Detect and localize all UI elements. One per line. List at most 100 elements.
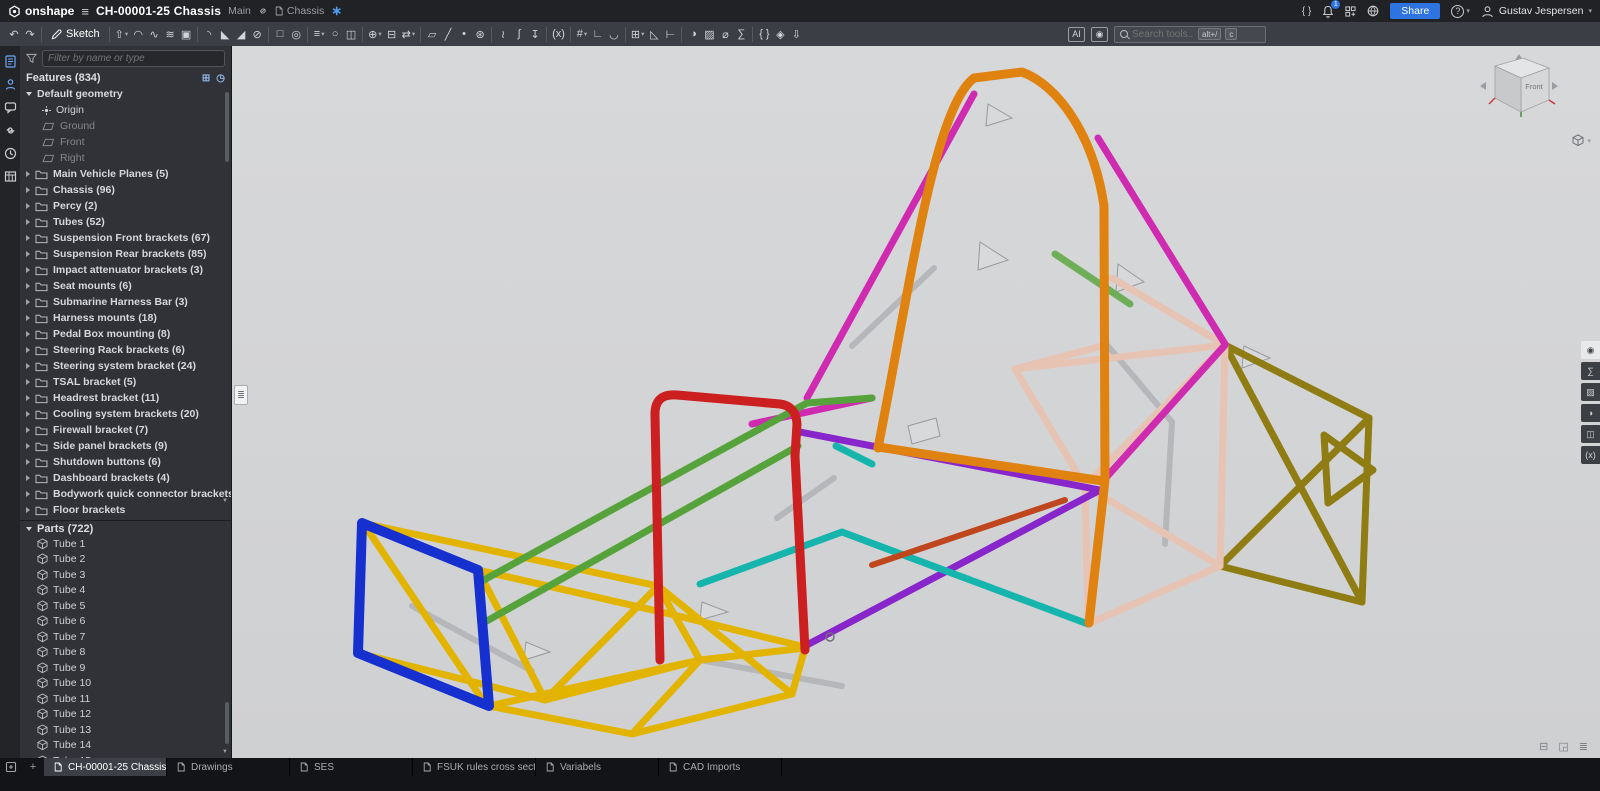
part-row[interactable]: Tube 14 [20,738,231,754]
custom-feature-icon[interactable]: ◈ [772,24,788,44]
element-chip[interactable]: Chassis [275,5,324,17]
flange-icon[interactable]: ∟ [590,24,606,44]
rear-box-tubes[interactable] [1220,345,1373,602]
shell-icon[interactable]: □ [272,24,288,44]
linked-elements-icon[interactable] [4,124,17,137]
export-icon[interactable]: ⇩ [788,24,804,44]
feature-folder-row[interactable]: Chassis (96) [20,182,231,198]
versions-history-icon[interactable] [4,147,17,160]
fillet-icon[interactable]: ◝ [201,24,217,44]
chevron-right-icon[interactable] [26,507,30,513]
app-store-icon[interactable] [1345,6,1356,17]
part-row[interactable]: Tube 2 [20,552,231,568]
circular-pattern-icon[interactable]: ○ [327,24,343,44]
hoop-brace-tubes[interactable] [752,94,1225,481]
default-geometry-row[interactable]: Default geometry [20,86,231,102]
material-icon[interactable]: ▨ [701,24,717,44]
helix-icon[interactable]: ≀ [495,24,511,44]
part-row[interactable]: Tube 1 [20,536,231,552]
rotate-left-arrow[interactable] [1480,82,1486,90]
doc-tab-ses[interactable]: SES [290,758,413,776]
point-icon[interactable]: • [456,24,472,44]
feature-folder-row[interactable]: TSAL bracket (5) [20,374,231,390]
rear-diagonal-tube[interactable] [872,500,1065,565]
linear-pattern-icon[interactable]: ≡▾ [311,24,327,44]
gusset-icon[interactable]: ◺ [646,24,662,44]
filter-input[interactable] [48,53,219,64]
part-row[interactable]: Tube 8 [20,645,231,661]
part-row[interactable]: Tube 6 [20,614,231,630]
revolve-icon[interactable]: ◠ [130,24,146,44]
part-row[interactable]: Tube 13 [20,722,231,738]
doc-tab-variabels[interactable]: Variabels [536,758,659,776]
mirror-icon[interactable]: ◫ [343,24,359,44]
feature-folder-row[interactable]: Pedal Box mounting (8) [20,326,231,342]
sheet-metal-icon[interactable]: #▾ [574,24,590,44]
parts-scrollbar[interactable] [225,702,229,744]
draft-icon[interactable]: ◢ [233,24,249,44]
rear-truss-tubes[interactable] [1015,278,1225,624]
chevron-right-icon[interactable] [26,331,30,337]
main-hoop-tubes[interactable] [878,72,1105,623]
create-folder-icon[interactable]: ⊞ [202,73,210,84]
ai-advisor-button[interactable]: AI [1068,27,1085,42]
feature-folder-row[interactable]: Steering system bracket (24) [20,358,231,374]
part-row[interactable]: Tube 5 [20,598,231,614]
feature-folder-row[interactable]: Percy (2) [20,198,231,214]
measure-icon[interactable]: ⌀ [717,24,733,44]
chevron-right-icon[interactable] [26,411,30,417]
follow-mode-icon[interactable] [4,78,17,91]
view-cube[interactable]: Front [1474,52,1564,118]
material-panel-icon[interactable]: ▨ [1581,383,1600,401]
chevron-right-icon[interactable] [26,395,30,401]
right-plane-row[interactable]: Right [20,150,231,166]
delete-face-icon[interactable]: ⊘ [249,24,265,44]
chevron-right-icon[interactable] [26,427,30,433]
front-plane-row[interactable]: Front [20,134,231,150]
chevron-right-icon[interactable] [26,171,30,177]
search-tools-box[interactable]: alt+/ c [1114,26,1266,43]
chevron-right-icon[interactable] [26,363,30,369]
chevron-right-icon[interactable] [26,187,30,193]
spline-icon[interactable]: ∫ [511,24,527,44]
rotate-right-arrow[interactable] [1552,82,1558,90]
chevron-right-icon[interactable] [26,315,30,321]
feature-folder-row[interactable]: Main Vehicle Planes (5) [20,166,231,182]
feature-folder-row[interactable]: Firewall bracket (7) [20,422,231,438]
chevron-right-icon[interactable] [26,251,30,257]
onshape-logo[interactable]: onshape [8,4,74,18]
part-row[interactable]: Tube 9 [20,660,231,676]
scroll-down-icon[interactable]: ▼ [222,498,228,504]
chamfer-icon[interactable]: ◣ [217,24,233,44]
comments-icon[interactable] [4,101,17,114]
bend-icon[interactable]: ◡ [606,24,622,44]
add-tab-button[interactable]: + [22,758,44,776]
chevron-right-icon[interactable] [26,443,30,449]
part-row[interactable]: Tube 12 [20,707,231,723]
mate-connector-icon[interactable]: ⊛ [472,24,488,44]
part-row[interactable]: Tube 3 [20,567,231,583]
feature-folder-row[interactable]: Harness mounts (18) [20,310,231,326]
thicken-icon[interactable]: ▣ [178,24,194,44]
feature-folder-row[interactable]: Headrest bracket (11) [20,390,231,406]
workspace-name[interactable]: Main [228,5,251,17]
frame-icon[interactable]: ⊞▾ [629,24,646,44]
graphics-viewport[interactable]: Front ▾ ≣ ◉ ∑ ▨ ◑ ◫ (x) ⊟ ◲ ≣ [232,46,1600,758]
spark-icon[interactable]: ∗ [331,3,342,19]
chevron-right-icon[interactable] [26,299,30,305]
feature-folder-row[interactable]: Bodywork quick connector brackets (16) [20,486,231,502]
chevron-right-icon[interactable] [26,235,30,241]
notifications-bell-icon[interactable]: 1 [1322,5,1334,18]
feature-folder-row[interactable]: Dashboard brackets (4) [20,470,231,486]
appearance-panel-icon[interactable]: ◑ [1581,404,1600,422]
rollback-history-icon[interactable]: ◷ [216,73,225,84]
filter-input-box[interactable] [42,50,225,67]
feature-folder-row[interactable]: Floor brackets [20,502,231,518]
feature-folder-row[interactable]: Steering Rack brackets (6) [20,342,231,358]
doc-tab-fsuk-rules[interactable]: FSUK rules cross section [413,758,536,776]
doc-tab-chassis[interactable]: CH-00001-25 Chassis [44,758,167,776]
mass-properties-icon[interactable]: ∑ [733,24,749,44]
fs-script-icon[interactable]: { } [756,24,772,44]
document-outline-icon[interactable] [4,55,17,68]
extrude-icon[interactable]: ⇧▾ [113,24,130,44]
